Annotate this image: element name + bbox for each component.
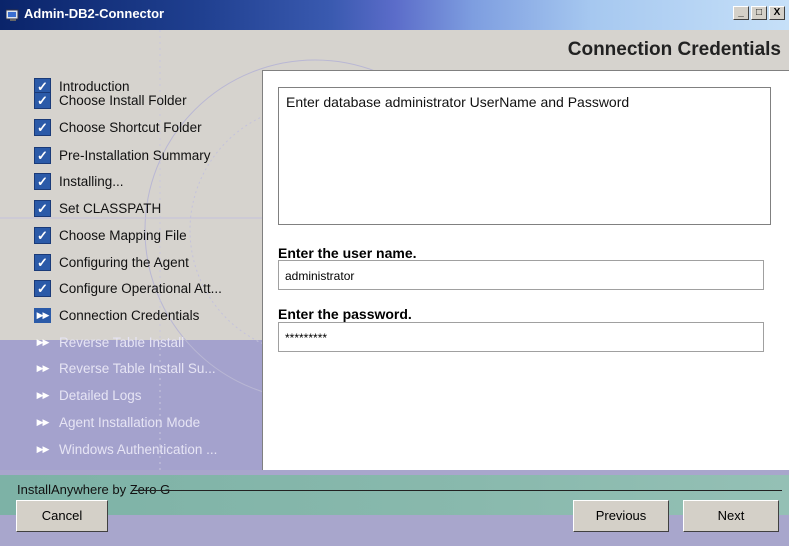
previous-button[interactable]: Previous bbox=[573, 500, 669, 532]
username-input[interactable]: administrator bbox=[278, 260, 764, 290]
step-label: Connection Credentials bbox=[59, 307, 200, 323]
check-icon: ✓ bbox=[34, 91, 51, 109]
message-text: Enter database administrator UserName an… bbox=[286, 94, 630, 110]
installer-window: Admin-DB2-Connector _ □ X Connection Cre… bbox=[0, 0, 789, 546]
step-label: Configuring the Agent bbox=[59, 254, 189, 270]
step-installing: ✓ Installing... bbox=[34, 171, 124, 191]
double-arrow-icon: ▶▶ bbox=[36, 389, 50, 400]
step-choose-shortcut-folder: ✓ Choose Shortcut Folder bbox=[34, 117, 202, 137]
step-label: Agent Installation Mode bbox=[59, 414, 201, 430]
step-pre-installation-summary: ✓ Pre-Installation Summary bbox=[34, 145, 211, 165]
steps-panel: ✓ Introduction ✓ Choose Install Folder ✓… bbox=[0, 70, 262, 470]
maximize-button[interactable]: □ bbox=[751, 6, 767, 20]
step-choose-install-folder: ✓ Choose Install Folder bbox=[34, 90, 187, 110]
step-label: Detailed Logs bbox=[59, 387, 142, 403]
minimize-button[interactable]: _ bbox=[733, 6, 749, 20]
step-connection-credentials: ▶▶ Connection Credentials bbox=[34, 305, 199, 325]
step-label: Set CLASSPATH bbox=[59, 200, 162, 216]
step-agent-installation-mode: ▶▶ Agent Installation Mode bbox=[34, 412, 201, 432]
check-icon: ✓ bbox=[34, 253, 51, 271]
step-label: Pre-Installation Summary bbox=[59, 147, 211, 163]
double-arrow-icon: ▶▶ bbox=[36, 443, 50, 454]
step-windows-authentication: ▶▶ Windows Authentication ... bbox=[34, 439, 218, 459]
step-label: Reverse Table Install Su... bbox=[59, 360, 216, 376]
next-button[interactable]: Next bbox=[683, 500, 779, 532]
step-label: Reverse Table Install bbox=[59, 334, 185, 350]
step-label: Choose Install Folder bbox=[59, 92, 187, 108]
step-reverse-table-install: ▶▶ Reverse Table Install bbox=[34, 332, 185, 352]
step-set-classpath: ✓ Set CLASSPATH bbox=[34, 198, 161, 218]
close-button[interactable]: X bbox=[769, 6, 785, 20]
main-content: Enter database administrator UserName an… bbox=[262, 70, 789, 470]
cancel-button[interactable]: Cancel bbox=[16, 500, 108, 532]
check-icon: ✓ bbox=[34, 226, 51, 244]
username-label: Enter the user name. bbox=[278, 245, 417, 261]
message-box: Enter database administrator UserName an… bbox=[278, 87, 771, 225]
double-arrow-icon: ▶▶ bbox=[34, 307, 51, 324]
password-label: Enter the password. bbox=[278, 306, 412, 322]
step-label: Choose Mapping File bbox=[59, 227, 187, 243]
check-icon: ✓ bbox=[34, 279, 51, 297]
check-icon: ✓ bbox=[34, 199, 51, 217]
double-arrow-icon: ▶▶ bbox=[36, 416, 50, 427]
check-icon: ✓ bbox=[34, 172, 51, 190]
step-label: Windows Authentication ... bbox=[59, 441, 218, 457]
password-input[interactable]: ********* bbox=[278, 322, 764, 352]
step-detailed-logs: ▶▶ Detailed Logs bbox=[34, 385, 142, 405]
step-label: Configure Operational Att... bbox=[59, 280, 222, 296]
step-configure-operational: ✓ Configure Operational Att... bbox=[34, 278, 222, 298]
check-icon: ✓ bbox=[34, 146, 51, 164]
brand-divider bbox=[132, 490, 782, 491]
step-label: Installing... bbox=[59, 173, 124, 189]
double-arrow-icon: ▶▶ bbox=[36, 336, 50, 347]
window-title: Admin-DB2-Connector bbox=[24, 6, 165, 21]
page-title: Connection Credentials bbox=[567, 39, 781, 60]
title-bar[interactable]: Admin-DB2-Connector _ □ X bbox=[0, 0, 789, 30]
step-label: Choose Shortcut Folder bbox=[59, 119, 202, 135]
double-arrow-icon: ▶▶ bbox=[36, 362, 50, 373]
check-icon: ✓ bbox=[34, 118, 51, 136]
header: Connection Credentials bbox=[0, 30, 789, 70]
window-controls: _ □ X bbox=[733, 6, 785, 20]
step-configuring-agent: ✓ Configuring the Agent bbox=[34, 252, 189, 272]
step-reverse-table-install-summary: ▶▶ Reverse Table Install Su... bbox=[34, 358, 216, 378]
app-icon bbox=[6, 9, 19, 21]
step-choose-mapping-file: ✓ Choose Mapping File bbox=[34, 225, 187, 245]
footer: InstallAnywhere by Zero G Cancel Previou… bbox=[0, 470, 789, 546]
